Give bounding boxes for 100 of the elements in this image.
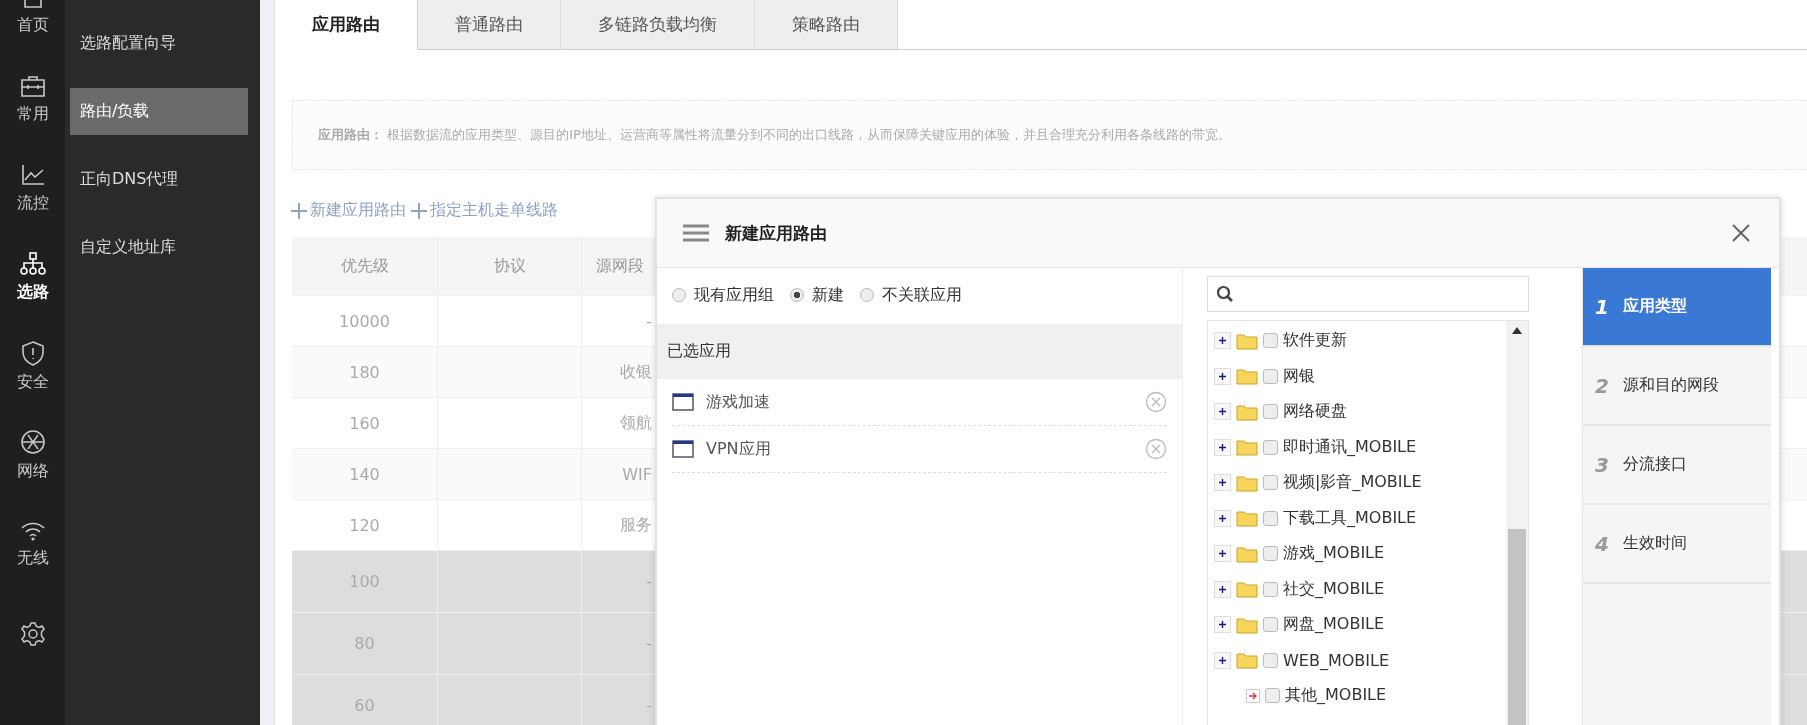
step-item[interactable]: 1 应用类型 [1583, 268, 1771, 347]
table-cell: 180 [349, 362, 380, 382]
folder-icon [1236, 438, 1258, 457]
table-cell: 160 [349, 413, 380, 433]
expand-icon[interactable] [1214, 545, 1231, 563]
folder-icon [1236, 651, 1258, 670]
nav-rail-item[interactable]: 安全 [0, 322, 65, 411]
checkbox[interactable] [1263, 617, 1278, 633]
expand-icon[interactable] [1214, 474, 1231, 492]
checkbox[interactable] [1263, 333, 1278, 349]
step-item[interactable]: 3 分流接口 [1583, 426, 1771, 505]
folder-icon [1236, 544, 1258, 563]
tree-item-label[interactable]: 网络硬盘 [1283, 401, 1347, 423]
folder-icon [1236, 367, 1258, 386]
checkbox[interactable] [1263, 439, 1278, 455]
checkbox[interactable] [1263, 581, 1278, 597]
tab[interactable]: 普通路由 [418, 0, 561, 50]
expand-icon[interactable] [1214, 616, 1231, 634]
checkbox[interactable] [1265, 688, 1280, 704]
search-field[interactable] [1207, 276, 1529, 312]
checkbox[interactable] [1263, 368, 1278, 384]
nav-rail-item[interactable]: 无线 [0, 500, 65, 589]
folder-icon [1236, 615, 1258, 634]
nav-rail-item[interactable]: 首页 [0, 0, 65, 55]
tree-item-label[interactable]: 即时通讯_MOBILE [1283, 436, 1417, 458]
checkbox[interactable] [1263, 510, 1278, 526]
table-cell: 140 [349, 464, 380, 484]
settings-icon [19, 620, 46, 647]
table-cell: 收银 [620, 361, 652, 383]
nav-rail-item[interactable]: 常用 [0, 55, 65, 144]
tree-item-label[interactable]: 社交_MOBILE [1283, 578, 1385, 600]
network-icon [19, 252, 46, 276]
selected-apps-header: 已选应用 [657, 324, 1182, 379]
tree-item-label[interactable]: 软件更新 [1283, 330, 1347, 352]
table-cell: - [646, 572, 652, 591]
step-item[interactable]: 4 生效时间 [1583, 505, 1771, 584]
nav-rail-item[interactable]: 选路 [0, 233, 65, 322]
column-header: 协议 [438, 237, 582, 295]
radio-label: 不关联应用 [882, 284, 962, 306]
table-cell: 服务 [620, 514, 652, 536]
nav-rail-item[interactable]: 流控 [0, 144, 65, 233]
submenu-item[interactable]: 正向DNS代理 [70, 156, 248, 203]
plus-icon [410, 201, 428, 220]
table-cell: WIF [622, 464, 652, 484]
table-cell: - [646, 634, 652, 653]
remove-button[interactable] [1145, 438, 1167, 460]
expand-icon[interactable] [1214, 651, 1231, 669]
tree-item-label[interactable]: WEB_MOBILE [1283, 650, 1390, 670]
folder-icon [1236, 509, 1258, 528]
submenu-item[interactable]: 路由/负载 [70, 88, 248, 135]
scroll-up-icon[interactable] [1512, 327, 1522, 334]
nav-rail-item[interactable]: 网络 [0, 411, 65, 500]
expand-icon[interactable] [1214, 509, 1231, 527]
window-icon [672, 440, 694, 458]
submenu-item[interactable]: 自定义地址库 [70, 224, 248, 271]
checkbox[interactable] [1263, 475, 1278, 491]
table-cell: - [646, 311, 652, 331]
radio-option[interactable]: 现有应用组 [672, 284, 774, 306]
selected-app-name: 游戏加速 [706, 391, 770, 413]
selected-app-name: VPN应用 [706, 438, 771, 460]
scrollbar[interactable] [1506, 321, 1528, 725]
briefcase-icon [19, 74, 46, 98]
tree-item-label[interactable]: 视频|影音_MOBILE [1283, 472, 1422, 494]
expand-icon[interactable] [1214, 403, 1231, 421]
line-chart-icon [19, 163, 46, 187]
radio-button[interactable] [672, 288, 686, 302]
tab[interactable]: 策略路由 [755, 0, 898, 50]
checkbox[interactable] [1263, 404, 1278, 420]
tree-item-label[interactable]: 网银 [1283, 365, 1315, 387]
expand-icon[interactable] [1214, 580, 1231, 598]
checkbox[interactable] [1263, 546, 1278, 562]
search-icon [1216, 285, 1234, 303]
tab[interactable]: 多链路负载均衡 [561, 0, 755, 50]
tree-item-label[interactable]: 网盘_MOBILE [1283, 614, 1385, 636]
folder-icon [1236, 402, 1258, 421]
globe-icon [19, 429, 46, 455]
radio-option[interactable]: 不关联应用 [860, 284, 962, 306]
submenu-item[interactable]: 选路配置向导 [70, 20, 248, 67]
remove-button[interactable] [1145, 391, 1167, 413]
folder-icon [1236, 580, 1258, 599]
tree-item-label[interactable]: 其他_MOBILE [1285, 685, 1387, 707]
expand-icon[interactable] [1214, 332, 1231, 350]
tree-item-label[interactable]: 下载工具_MOBILE [1283, 507, 1417, 529]
folder-icon [1236, 473, 1258, 492]
radio-button[interactable] [790, 288, 804, 302]
menu-icon [683, 223, 709, 243]
checkbox[interactable] [1263, 652, 1278, 668]
table-cell: 10000 [339, 311, 390, 331]
shield-icon [19, 340, 46, 366]
dialog-title: 新建应用路由 [725, 221, 827, 245]
window-icon [672, 393, 694, 411]
radio-label: 现有应用组 [694, 284, 774, 306]
radio-button[interactable] [860, 288, 874, 302]
step-item[interactable]: 2 源和目的网段 [1583, 347, 1771, 426]
expand-icon[interactable] [1214, 438, 1231, 456]
radio-option[interactable]: 新建 [790, 284, 844, 306]
folder-icon [1236, 331, 1258, 350]
expand-icon[interactable] [1214, 367, 1231, 385]
wifi-icon [19, 520, 46, 542]
tree-item-label[interactable]: 游戏_MOBILE [1283, 543, 1385, 565]
